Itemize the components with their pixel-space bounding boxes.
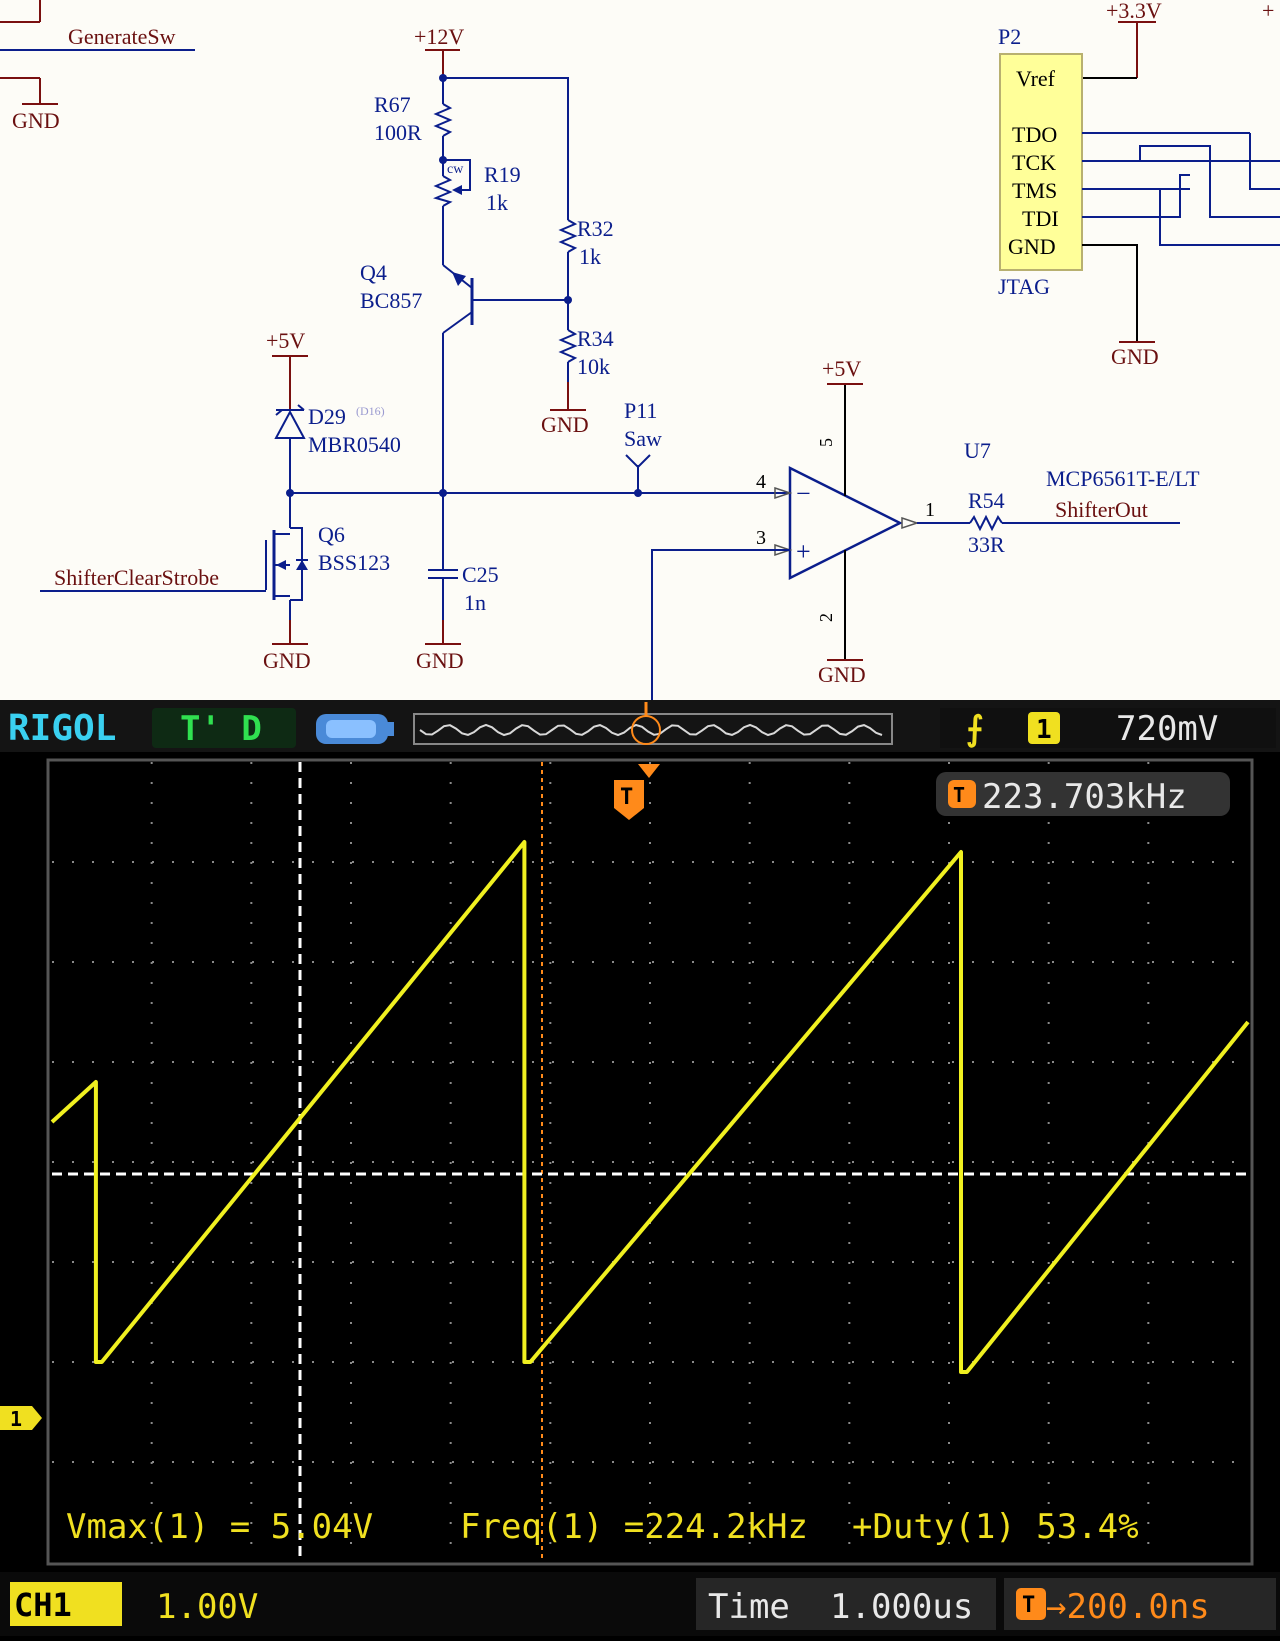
rigol-brand-label: RIGOL <box>8 708 116 749</box>
freq-counter-marker: T <box>953 783 965 807</box>
generate-sw-net: GenerateSw GND <box>0 0 195 133</box>
trigger-channel-text: 1 <box>1036 715 1052 745</box>
trigger-offset-indicator: T →200.0ns <box>1004 1578 1276 1630</box>
p5v-label-u7: +5V <box>822 356 861 381</box>
jtag-connector-p2: +3.3V + P2 JTAG Vref TDO TCK TMS TDI GND… <box>998 0 1280 369</box>
u7-pin1: 1 <box>925 499 935 521</box>
edge-icon: ⨍ <box>966 709 984 749</box>
timebase-text: 1.000us <box>830 1587 973 1627</box>
p3v3-label: +3.3V <box>1106 0 1162 23</box>
r32-ref: R32 <box>577 216 614 241</box>
p2-name: JTAG <box>998 274 1050 299</box>
r19-ref: R19 <box>484 162 521 187</box>
schematic-diagram: GenerateSw GND +12V R67 100R cw R19 1k Q… <box>0 0 1280 700</box>
trigger-level-text: 720mV <box>1116 709 1218 749</box>
d29-alt-ref: (D16) <box>356 404 385 418</box>
gnd-label-u7: GND <box>818 662 866 687</box>
diode-d29: +5V D29 (D16) MBR0540 <box>266 328 401 493</box>
measurement-freq: Freq(1) =224.2kHz <box>460 1507 808 1547</box>
q4-ref: Q4 <box>360 260 387 285</box>
d29-ref: D29 <box>308 404 346 429</box>
jtag-pin-tdi: TDI <box>1022 206 1059 231</box>
scope-display: RIGOL T' D ⨍ 1 720mV T T 223.703kHz 1 Vm… <box>0 700 1280 1636</box>
r34-ref: R34 <box>577 326 614 351</box>
r67-ref: R67 <box>374 92 411 117</box>
capacitor-c25: C25 1n GND <box>416 493 499 673</box>
gnd-label-r34: GND <box>541 412 589 437</box>
frequency-counter: T 223.703kHz <box>936 772 1230 817</box>
mosfet-q6: Q6 BSS123 ShifterClearStrobe GND <box>40 493 390 673</box>
trigger-status: ⨍ 1 720mV <box>940 708 1276 749</box>
trigger-offset-marker: T <box>1022 1593 1035 1618</box>
u7-pin4: 4 <box>756 471 766 493</box>
jtag-pin-vref: Vref <box>1016 66 1056 91</box>
plus-cut-label: + <box>1262 0 1274 23</box>
ch1-ground-marker: 1 <box>0 1406 42 1431</box>
resistor-r32: R32 1k <box>558 216 614 330</box>
measurement-vmax: Vmax(1) = 5.04V <box>66 1507 373 1547</box>
oscilloscope-screen: RIGOL T' D ⨍ 1 720mV T T 223.703kHz 1 Vm… <box>0 700 1280 1636</box>
trigger-offset-text: →200.0ns <box>1046 1587 1210 1627</box>
q6-value: BSS123 <box>318 550 390 575</box>
p12v-label: +12V <box>414 24 464 49</box>
shifter-out-label: ShifterOut <box>1055 497 1148 522</box>
p11-label: P11 <box>624 398 657 423</box>
battery-memory-icon <box>316 714 394 744</box>
ch1-scale-text: 1.00V <box>156 1587 258 1627</box>
r54-value: 33R <box>968 532 1005 557</box>
q6-ref: Q6 <box>318 522 345 547</box>
r67-value: 100R <box>374 120 422 145</box>
p2-ref: P2 <box>998 24 1021 49</box>
measurement-duty: +Duty(1) 53.4% <box>852 1507 1139 1547</box>
u7-plus-sign: + <box>796 537 811 566</box>
timebase-indicator: Time 1.000us <box>696 1578 996 1630</box>
transistor-q4: Q4 BC857 <box>360 260 572 493</box>
u7-pin5: 5 <box>816 438 836 447</box>
r19-value: 1k <box>486 190 508 215</box>
resistor-r67: R67 100R <box>374 78 453 164</box>
freq-counter-text: 223.703kHz <box>982 777 1187 817</box>
r32-value: 1k <box>579 244 601 269</box>
r54-ref: R54 <box>968 488 1005 513</box>
jtag-pin-tms: TMS <box>1012 178 1057 203</box>
gnd-label-jtag: GND <box>1111 344 1159 369</box>
resistor-r54: R54 33R ShifterOut <box>917 488 1180 557</box>
d29-value: MBR0540 <box>308 432 401 457</box>
c25-value: 1n <box>464 590 486 615</box>
potentiometer-r19: cw R19 1k <box>433 159 521 265</box>
time-label: Time <box>708 1587 790 1627</box>
u7-value: MCP6561T-E/LT <box>1046 466 1200 491</box>
ch1-label: CH1 <box>14 1586 72 1624</box>
status-text: T' D <box>180 709 262 749</box>
gnd-label-c25: GND <box>416 648 464 673</box>
saw-label: Saw <box>624 426 662 451</box>
comparator-u7: − + +5V 5 2 GND 4 3 1 U7 MCP6561T-E/LT <box>651 356 1200 700</box>
q4-value: BC857 <box>360 288 422 313</box>
generate-sw-label: GenerateSw <box>68 24 176 49</box>
u7-ref: U7 <box>964 438 991 463</box>
p5v-label-left: +5V <box>266 328 305 353</box>
gnd-label-q6: GND <box>263 648 311 673</box>
jtag-pin-tck: TCK <box>1012 150 1056 175</box>
jtag-pin-gnd: GND <box>1008 234 1056 259</box>
jtag-pin-tdo: TDO <box>1012 122 1057 147</box>
r34-value: 10k <box>577 354 610 379</box>
resistor-r34: R34 10k GND <box>541 326 614 437</box>
trigger-time-marker-letter: T <box>620 785 633 810</box>
u7-pin3: 3 <box>756 527 766 549</box>
u7-pin2: 2 <box>816 613 836 622</box>
gnd-label-top-left: GND <box>12 108 60 133</box>
u7-minus-sign: − <box>796 479 811 508</box>
c25-ref: C25 <box>462 562 499 587</box>
r19-cw-label: cw <box>447 162 464 177</box>
shifter-clear-strobe-label: ShifterClearStrobe <box>54 565 219 590</box>
ch1-marker-text: 1 <box>10 1407 22 1431</box>
